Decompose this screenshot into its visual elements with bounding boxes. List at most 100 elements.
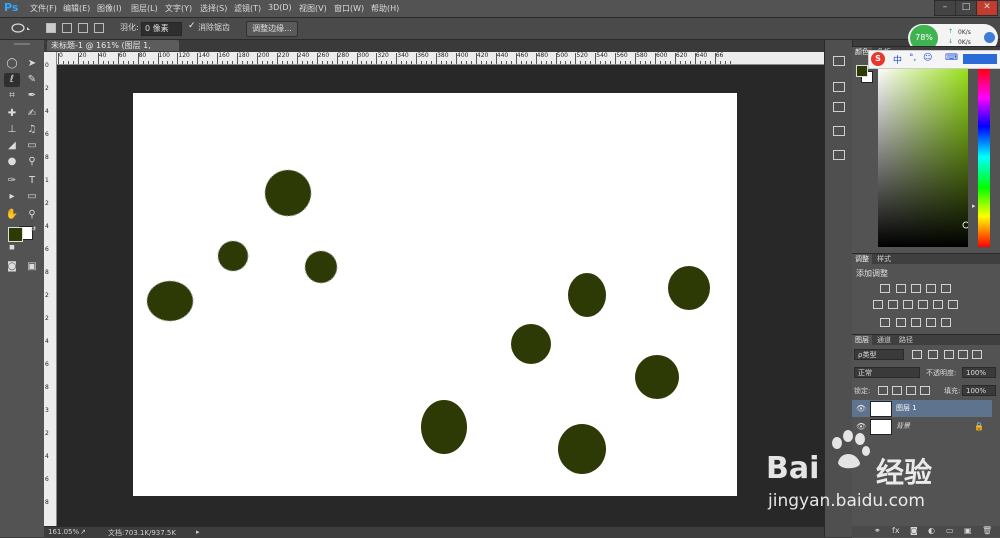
quick-mask-icon[interactable]: ◙ <box>4 260 20 274</box>
vertical-ruler[interactable]: 0 2 4 6 8 1 2 4 6 8 2 2 4 6 8 3 2 4 6 8 <box>44 52 57 526</box>
invert-adj-icon[interactable] <box>880 318 890 327</box>
document-canvas[interactable] <box>133 93 737 496</box>
posterize-adj-icon[interactable] <box>896 318 906 327</box>
blend-mode-select[interactable]: 正常 <box>854 367 920 378</box>
zoom-level[interactable]: 161.05% <box>48 528 79 536</box>
crop-tool-icon[interactable]: ⌗ <box>4 89 20 103</box>
screen-mode-icon[interactable]: ▣ <box>24 260 40 274</box>
tab-layers[interactable]: 图层 <box>852 335 872 345</box>
menu-view[interactable]: 视图(V) <box>299 3 327 14</box>
curves-adj-icon[interactable] <box>911 284 921 293</box>
layer1-name[interactable]: 图层 1 <box>896 400 917 417</box>
gradient-tool-icon[interactable]: ▭ <box>24 139 40 153</box>
ime-toolbar[interactable]: S 中 °, ☺ ⌨ <box>868 50 1000 69</box>
ime-punct-mode[interactable]: °, <box>909 53 916 63</box>
selective-color-adj-icon[interactable] <box>941 318 951 327</box>
subtract-selection-icon[interactable] <box>78 23 88 33</box>
zoom-tool-icon[interactable]: ⚲ <box>24 208 40 222</box>
lock-position-icon[interactable] <box>906 386 916 395</box>
lock-pixels-icon[interactable] <box>892 386 902 395</box>
spot-heal-tool-icon[interactable]: ✚ <box>4 107 20 121</box>
lock-all-icon[interactable] <box>920 386 930 395</box>
ime-tools-icon[interactable] <box>963 54 997 64</box>
refine-edge-button[interactable]: 调整边缘... <box>246 21 298 37</box>
marquee-tool-icon[interactable]: ◯ <box>4 57 20 71</box>
speed-boost-icon[interactable] <box>984 32 995 43</box>
shape-tool-icon[interactable]: ▭ <box>24 190 40 204</box>
menu-3d[interactable]: 3D(D) <box>268 3 292 12</box>
bw-adj-icon[interactable] <box>903 300 913 309</box>
tab-styles[interactable]: 样式 <box>874 254 894 264</box>
status-menu-arrow-icon[interactable]: ▸ <box>196 528 200 536</box>
close-button[interactable]: ✕ <box>976 0 998 16</box>
toolbox-grip[interactable] <box>14 43 30 45</box>
vibrance-adj-icon[interactable] <box>941 284 951 293</box>
filter-type-icon[interactable] <box>944 350 954 359</box>
channel-mixer-adj-icon[interactable] <box>933 300 943 309</box>
ime-keyboard[interactable]: ⌨ <box>945 53 958 63</box>
filter-smart-icon[interactable] <box>972 350 982 359</box>
tab-channels[interactable]: 通道 <box>874 335 894 345</box>
properties-panel-icon[interactable] <box>833 126 845 136</box>
menu-select[interactable]: 选择(S) <box>200 3 227 14</box>
photo-filter-adj-icon[interactable] <box>918 300 928 309</box>
exposure-adj-icon[interactable] <box>926 284 936 293</box>
default-colors-icon[interactable]: ◼ <box>4 240 20 254</box>
menu-image[interactable]: 图像(I) <box>97 3 122 14</box>
color-lookup-adj-icon[interactable] <box>948 300 958 309</box>
menu-edit[interactable]: 编辑(E) <box>63 3 90 14</box>
ime-chinese-mode[interactable]: 中 <box>893 53 902 66</box>
pen-tool-icon[interactable]: ✑ <box>4 174 20 188</box>
path-select-tool-icon[interactable]: ▸ <box>4 190 20 204</box>
menu-layer[interactable]: 图层(L) <box>131 3 158 14</box>
maximize-button[interactable]: □ <box>955 0 977 16</box>
add-selection-icon[interactable] <box>62 23 72 33</box>
menu-filter[interactable]: 滤镜(T) <box>234 3 261 14</box>
dodge-tool-icon[interactable]: ⚲ <box>24 155 40 169</box>
clone-stamp-tool-icon[interactable]: ⊥ <box>4 123 20 137</box>
menu-type[interactable]: 文字(Y) <box>165 3 192 14</box>
minimize-button[interactable]: – <box>934 0 956 16</box>
brightness-adj-icon[interactable] <box>880 284 890 293</box>
tab-adjustments[interactable]: 调整 <box>852 254 872 264</box>
eyedropper-tool-icon[interactable]: ✒ <box>24 89 40 103</box>
info-panel-icon[interactable] <box>833 150 845 160</box>
layer-row-layer1[interactable]: 👁 图层 1 <box>852 400 992 417</box>
menu-help[interactable]: 帮助(H) <box>371 3 399 14</box>
visibility-eye-icon[interactable]: 👁 <box>856 404 866 413</box>
new-selection-icon[interactable] <box>46 23 56 33</box>
history-brush-tool-icon[interactable]: ♫ <box>24 123 40 137</box>
saturation-brightness-field[interactable] <box>878 67 968 247</box>
actions-panel-icon[interactable] <box>833 82 845 92</box>
hue-sat-adj-icon[interactable] <box>873 300 883 309</box>
opacity-input[interactable]: 100% <box>962 367 996 378</box>
eraser-tool-icon[interactable]: ◢ <box>4 139 20 153</box>
blur-tool-icon[interactable]: ● <box>4 155 20 169</box>
type-tool-icon[interactable]: T <box>24 174 40 188</box>
document-tab[interactable]: 未标题-1 @ 161% (图层 1, RGB/8) * × <box>47 40 179 61</box>
history-panel-icon[interactable] <box>833 56 845 66</box>
fill-input[interactable]: 100% <box>962 385 996 396</box>
export-icon[interactable]: ↗ <box>80 528 86 536</box>
color-fg-swatch[interactable] <box>856 65 868 77</box>
lasso-tool-preset-icon[interactable] <box>10 22 32 35</box>
layer-kind-filter[interactable]: ρ类型 <box>854 349 904 360</box>
hand-tool-icon[interactable]: ✋ <box>4 208 20 222</box>
filter-pixel-icon[interactable] <box>912 350 922 359</box>
filter-adjust-icon[interactable] <box>928 350 938 359</box>
horizontal-ruler[interactable]: 0 20 40 60 80 100 120 140 160 180 200 220 240 260 280 3… <box>56 52 824 65</box>
levels-adj-icon[interactable] <box>896 284 906 293</box>
threshold-adj-icon[interactable] <box>911 318 921 327</box>
filter-shape-icon[interactable] <box>958 350 968 359</box>
feather-input[interactable]: 0 像素 <box>141 22 182 36</box>
menu-window[interactable]: 窗口(W) <box>334 3 364 14</box>
swap-colors-icon[interactable]: ⇄ <box>25 222 41 236</box>
hue-slider-handle-icon[interactable]: ▸ <box>972 202 976 210</box>
ime-emoji[interactable]: ☺ <box>923 53 932 63</box>
antialias-checkbox[interactable]: ✓ <box>188 21 196 31</box>
color-balance-adj-icon[interactable] <box>888 300 898 309</box>
quick-select-tool-icon[interactable]: ✎ <box>24 73 40 87</box>
tab-paths[interactable]: 路径 <box>896 335 916 345</box>
menu-file[interactable]: 文件(F) <box>30 3 57 14</box>
lasso-tool-icon[interactable]: ℓ <box>4 73 20 87</box>
